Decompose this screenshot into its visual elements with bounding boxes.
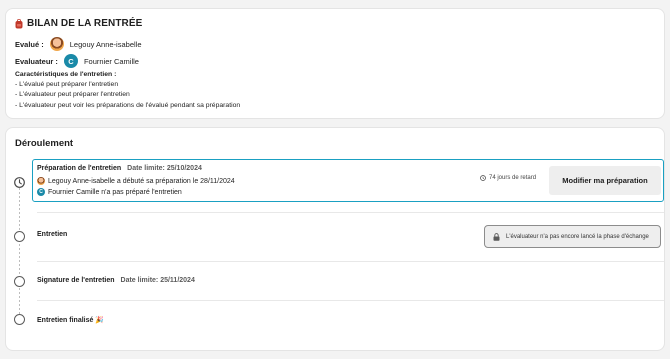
- evaluateur-avatar: C: [63, 54, 78, 68]
- characteristics-title: Caractéristiques de l'entretien :: [15, 71, 117, 78]
- locked-text: L'évaluateur n'a pas encore lancé la pha…: [506, 233, 649, 240]
- step-signature-marker: [14, 276, 25, 287]
- step-signature-deadline: Date limite: 25/11/2024: [120, 277, 195, 284]
- step-divider: [37, 300, 664, 301]
- delay-text: 74 jours de retard: [489, 175, 537, 181]
- characteristics-list: Caractéristiques de l'entretien : - L'év…: [15, 70, 240, 111]
- clock-small-icon: [480, 175, 486, 181]
- evalue-mini-avatar: [37, 177, 45, 185]
- step-preparation: Préparation de l'entretien Date limite: …: [32, 159, 664, 202]
- backpack-icon: [15, 18, 23, 28]
- clock-icon: [14, 177, 25, 188]
- step-finalise-marker: [14, 314, 25, 325]
- step-signature: Signature de l'entretien Date limite: 25…: [37, 277, 195, 284]
- step-finalise-name: Entretien finalisé 🎉: [37, 317, 105, 324]
- workflow-card: Déroulement Préparation de l'entretien D…: [5, 127, 665, 351]
- timeline-line: [19, 188, 20, 320]
- status-evalue-text: Legouy Anne-isabelle a débuté sa prépara…: [48, 177, 235, 185]
- evaluateur-mini-avatar: C: [37, 188, 45, 196]
- characteristic-item: - L'évalué peut préparer l'entretien: [15, 81, 119, 89]
- modify-preparation-button[interactable]: Modifier ma préparation: [549, 166, 661, 195]
- status-evaluateur: C Fournier Camille n'a pas préparé l'ent…: [37, 188, 182, 196]
- evalue-avatar: [49, 37, 64, 51]
- step-entretien: Entretien: [37, 231, 67, 238]
- workflow-title: Déroulement: [15, 138, 74, 149]
- status-evaluateur-text: Fournier Camille n'a pas préparé l'entre…: [48, 188, 182, 196]
- step-entretien-marker: [14, 231, 25, 242]
- evalue-row: Evalué : Legouy Anne-isabelle: [15, 37, 142, 51]
- delay-indicator: 74 jours de retard: [480, 175, 536, 181]
- evaluateur-label: Evaluateur :: [15, 56, 58, 66]
- title-text: BILAN DE LA RENTRÉE: [27, 18, 143, 29]
- characteristic-item: - L'évaluateur peut préparer l'entretien: [15, 91, 130, 99]
- interview-info-card: BILAN DE LA RENTRÉE Evalué : Legouy Anne…: [5, 8, 665, 119]
- status-evalue: Legouy Anne-isabelle a débuté sa prépara…: [37, 177, 235, 185]
- evalue-name: Legouy Anne-isabelle: [69, 39, 142, 49]
- exchange-phase-locked: L'évaluateur n'a pas encore lancé la pha…: [484, 225, 661, 248]
- step-signature-name: Signature de l'entretien: [37, 277, 115, 284]
- lock-icon: [493, 232, 500, 241]
- page-title: BILAN DE LA RENTRÉE: [15, 18, 142, 29]
- characteristic-item: - L'évaluateur peut voir les préparation…: [15, 101, 241, 109]
- step-finalise: Entretien finalisé 🎉: [37, 316, 104, 324]
- step-entretien-name: Entretien: [37, 231, 68, 238]
- step-preparation-header: Préparation de l'entretien Date limite: …: [37, 165, 202, 172]
- evaluateur-name: Fournier Camille: [83, 56, 139, 66]
- step-divider: [37, 261, 664, 262]
- step-divider: [37, 212, 664, 213]
- evalue-label: Evalué :: [15, 39, 44, 49]
- step-preparation-deadline: Date limite: 25/10/2024: [127, 165, 202, 172]
- evaluateur-row: Evaluateur : C Fournier Camille: [15, 54, 139, 68]
- step-preparation-name: Préparation de l'entretien: [37, 165, 122, 172]
